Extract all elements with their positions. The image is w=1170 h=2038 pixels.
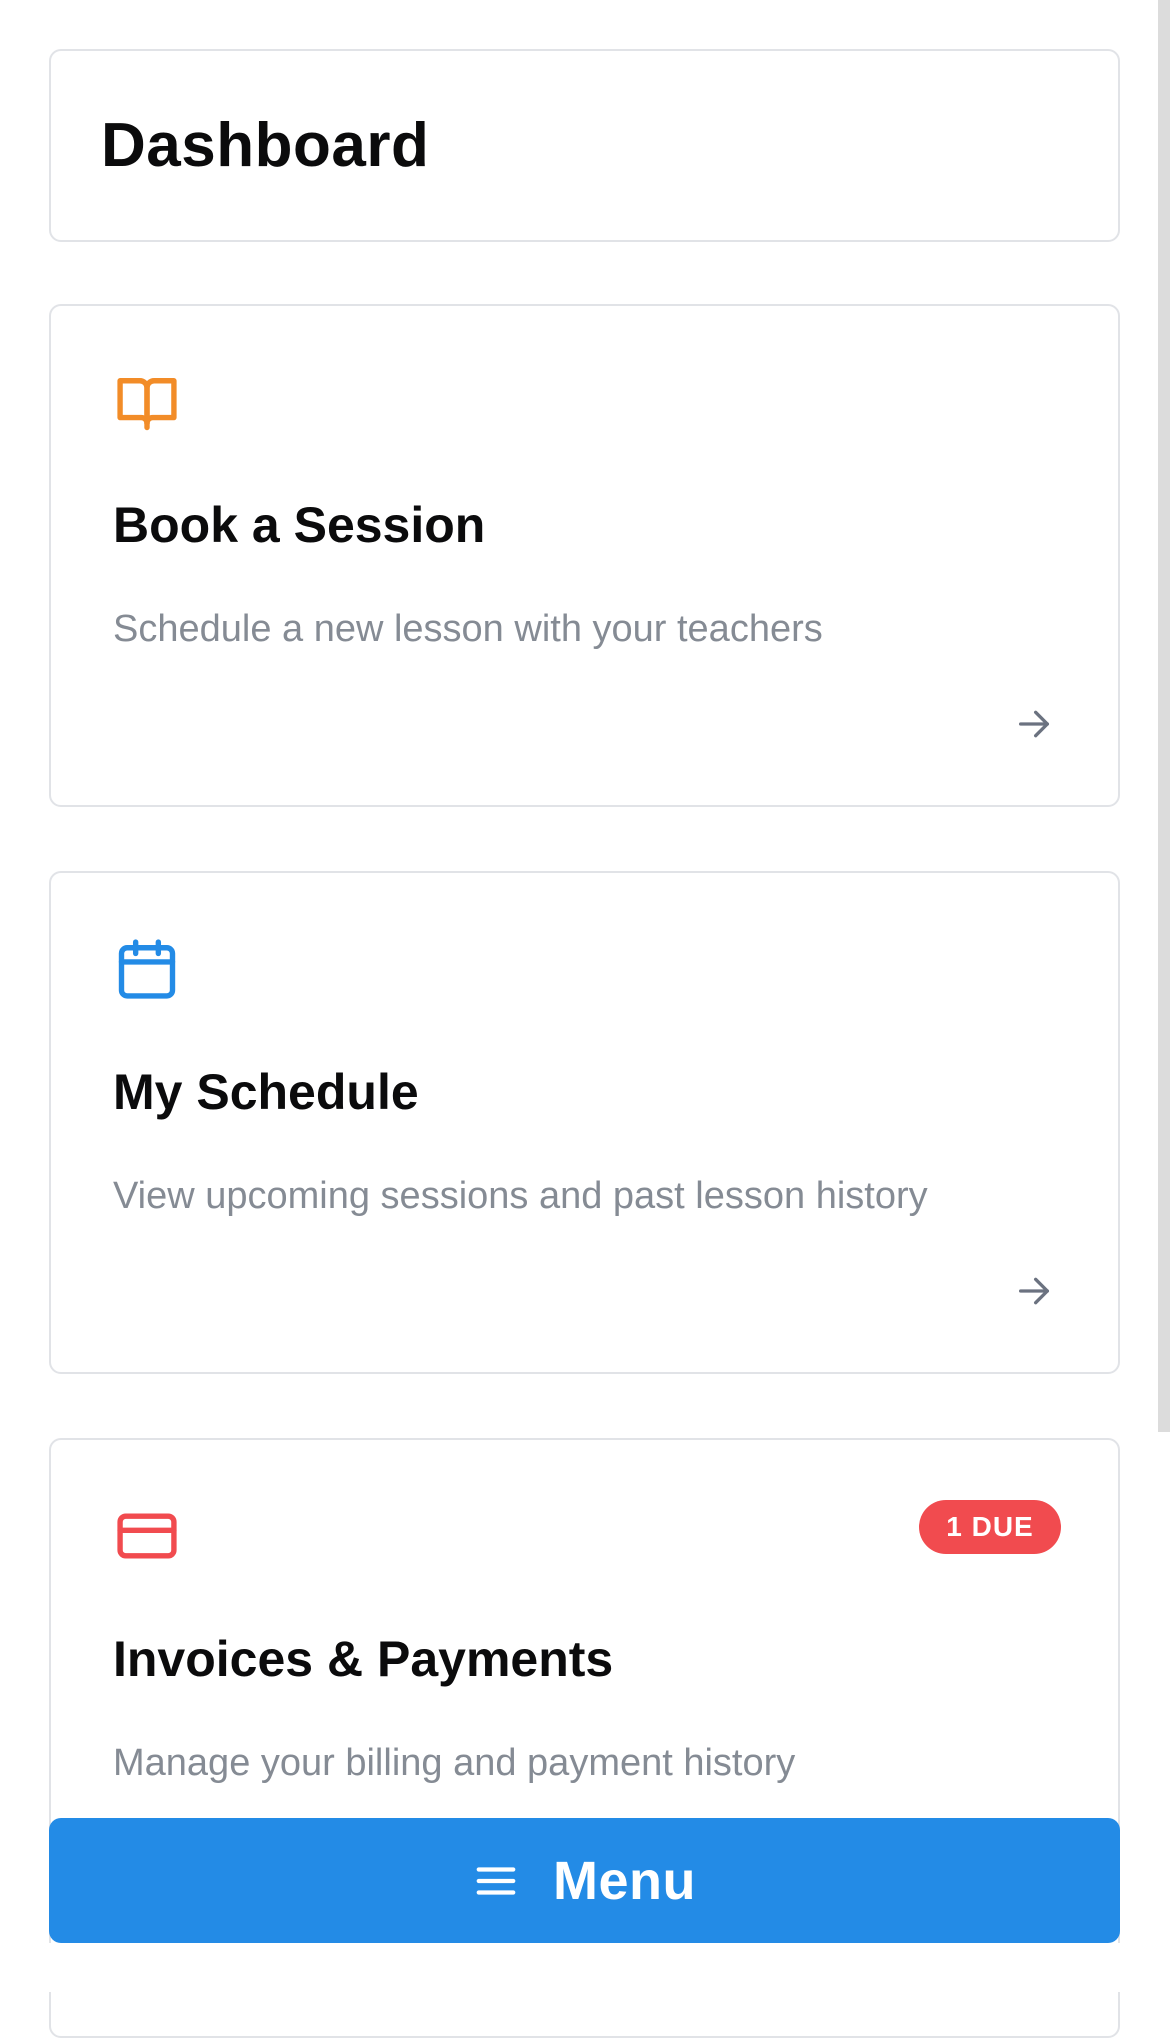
card-description: View upcoming sessions and past lesson h… [113, 1175, 928, 1217]
hamburger-icon [476, 1866, 516, 1895]
bottom-background [0, 1943, 1170, 1992]
calendar-icon [118, 939, 176, 999]
card-title: Book a Session [113, 497, 486, 553]
due-badge: 1 DUE [919, 1500, 1061, 1554]
credit-card-icon [117, 1513, 177, 1559]
my-schedule-card[interactable]: My Schedule View upcoming sessions and p… [49, 871, 1120, 1374]
menu-button[interactable]: Menu [49, 1818, 1120, 1943]
card-title: My Schedule [113, 1064, 419, 1120]
book-open-icon [117, 378, 177, 431]
dashboard-header-card: Dashboard [49, 49, 1120, 242]
menu-label: Menu [553, 1850, 696, 1911]
arrow-right-icon[interactable] [1014, 1271, 1054, 1311]
card-description: Schedule a new lesson with your teachers [113, 608, 823, 650]
book-session-card[interactable]: Book a Session Schedule a new lesson wit… [49, 304, 1120, 807]
card-description: Manage your billing and payment history [113, 1742, 796, 1784]
dashboard-page: Dashboard Book a Session Schedule a new … [0, 0, 1170, 2038]
card-title: Invoices & Payments [113, 1631, 614, 1687]
arrow-right-icon[interactable] [1014, 704, 1054, 744]
page-title: Dashboard [101, 111, 430, 180]
scrollbar[interactable] [1158, 0, 1170, 1432]
